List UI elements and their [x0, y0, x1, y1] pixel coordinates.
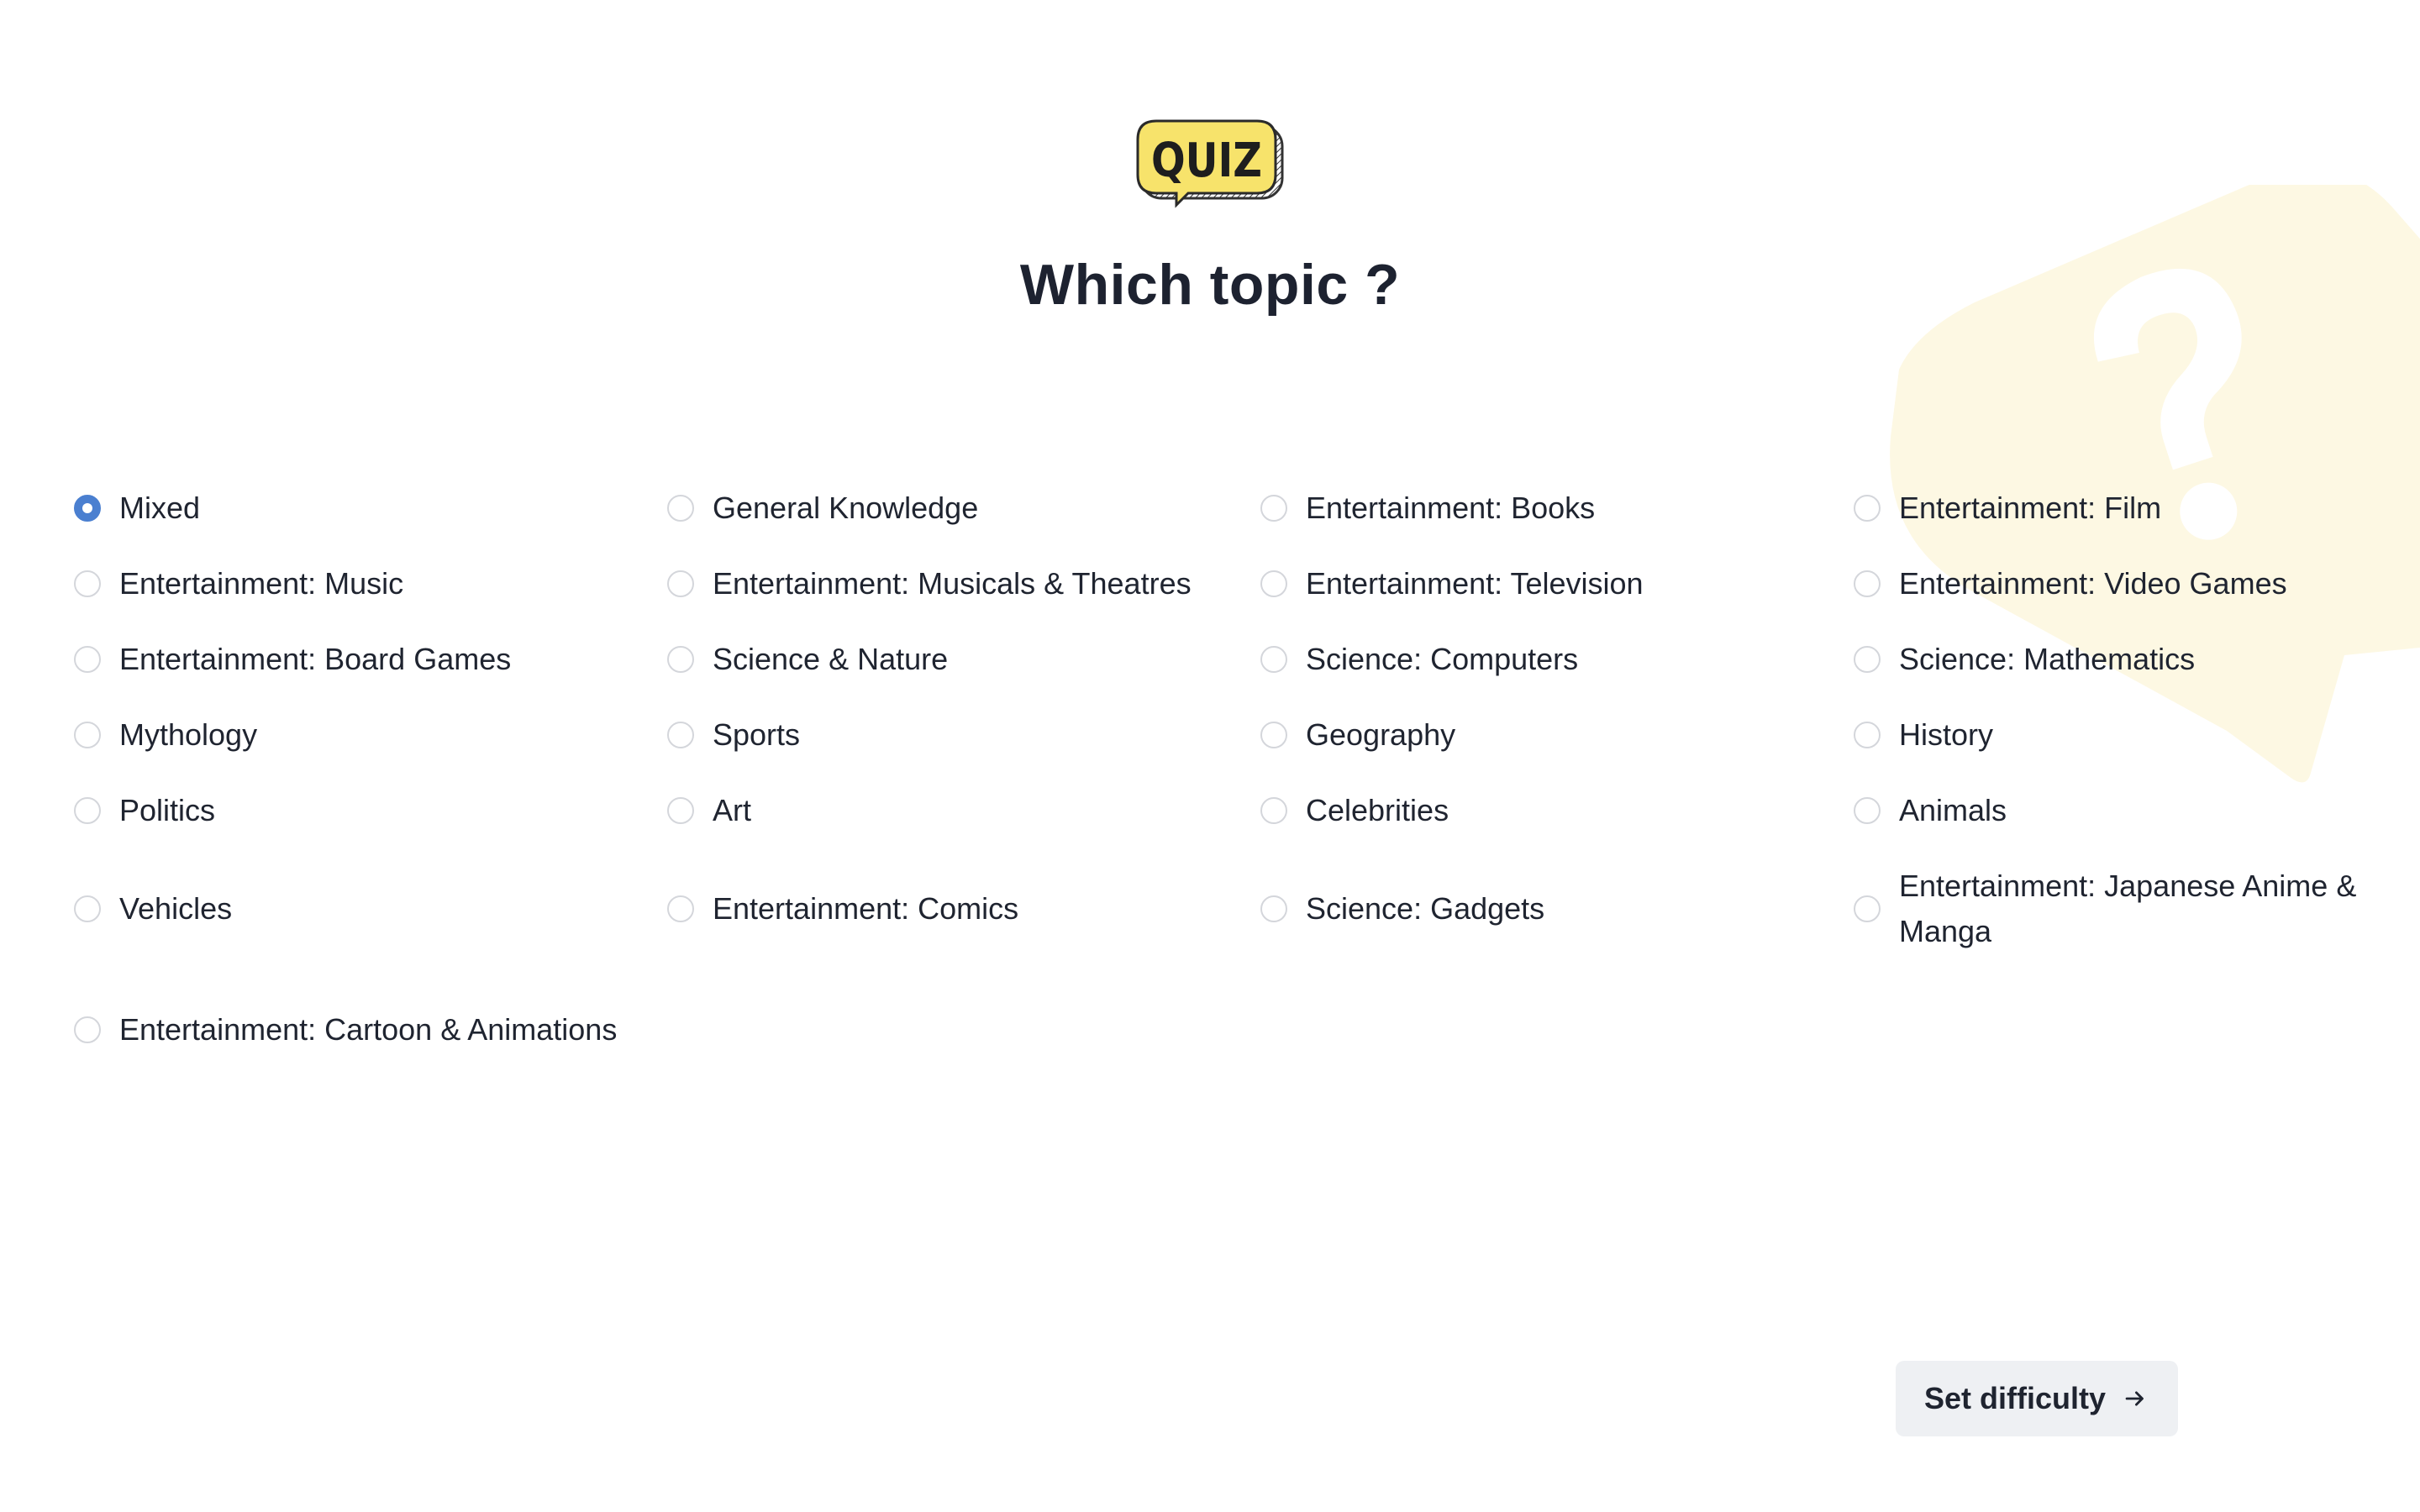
- topic-label: Entertainment: Cartoon & Animations: [119, 1012, 618, 1047]
- arrow-right-icon: [2125, 1391, 2144, 1406]
- topic-radio[interactable]: [1854, 895, 1881, 922]
- topic-option[interactable]: Entertainment: Music: [74, 546, 667, 622]
- topic-option[interactable]: History: [1854, 697, 2375, 773]
- topic-option[interactable]: Entertainment: Comics: [667, 848, 1260, 969]
- topic-label: Art: [713, 793, 752, 827]
- topic-label: Science: Gadgets: [1306, 891, 1545, 926]
- topic-label: Entertainment: Video Games: [1899, 566, 2287, 601]
- topic-label: Mythology: [119, 717, 258, 752]
- topic-radio[interactable]: [1260, 570, 1287, 597]
- quiz-logo: QUIZ: [1136, 119, 1284, 208]
- topic-radio[interactable]: [1854, 495, 1881, 522]
- topic-label: History: [1899, 717, 1994, 752]
- topic-label: Entertainment: Television: [1306, 566, 1644, 601]
- topic-options-list: Mixed General Knowledge Entertainment: Boo…: [74, 470, 2376, 1090]
- topic-option[interactable]: Entertainment: Board Games: [74, 622, 667, 697]
- topic-label: Mixed: [119, 491, 201, 525]
- logo-text: QUIZ: [1151, 134, 1262, 188]
- topic-radio[interactable]: [667, 570, 694, 597]
- topic-radio[interactable]: [1260, 646, 1287, 673]
- topic-option[interactable]: Mythology: [74, 697, 667, 773]
- topic-radio[interactable]: [1854, 797, 1881, 824]
- topic-option[interactable]: Art: [667, 773, 1260, 848]
- topic-radio[interactable]: [74, 797, 101, 824]
- topic-option[interactable]: Entertainment: Musicals & Theatres: [667, 546, 1260, 622]
- topic-label: Entertainment: Music: [119, 566, 404, 601]
- topic-label: Celebrities: [1306, 793, 1449, 827]
- topic-option[interactable]: Entertainment: Television: [1260, 546, 1854, 622]
- topic-option[interactable]: Entertainment: Books: [1260, 470, 1854, 546]
- topic-label: Vehicles: [119, 891, 233, 926]
- topic-label: Entertainment: Japanese Anime & Manga: [1899, 869, 2357, 948]
- topic-option[interactable]: Science: Gadgets: [1260, 848, 1854, 969]
- topic-label: Animals: [1899, 793, 2007, 827]
- topic-radio[interactable]: [74, 495, 101, 522]
- set-difficulty-label: Set difficulty: [1923, 1381, 2107, 1415]
- topic-radio[interactable]: [1260, 495, 1287, 522]
- set-difficulty-button[interactable]: Set difficulty: [1896, 1361, 2178, 1436]
- topic-option[interactable]: General Knowledge: [667, 470, 1260, 546]
- topic-option[interactable]: Science: Mathematics: [1854, 622, 2375, 697]
- topic-option[interactable]: Politics: [74, 773, 667, 848]
- topic-radio[interactable]: [74, 646, 101, 673]
- topic-radio[interactable]: [74, 895, 101, 922]
- topic-radio[interactable]: [74, 570, 101, 597]
- topic-label: Science: Computers: [1306, 642, 1579, 676]
- topic-option[interactable]: Science & Nature: [667, 622, 1260, 697]
- topic-radio[interactable]: [1260, 797, 1287, 824]
- topic-option[interactable]: Entertainment: Video Games: [1854, 546, 2375, 622]
- topic-option[interactable]: Entertainment: Japanese Anime & Manga: [1854, 848, 2375, 969]
- topic-radio[interactable]: [1260, 895, 1287, 922]
- topic-option[interactable]: Sports: [667, 697, 1260, 773]
- topic-label: Entertainment: Film: [1899, 491, 2162, 525]
- topic-label: Science & Nature: [713, 642, 949, 676]
- topic-radio[interactable]: [667, 895, 694, 922]
- topic-radio[interactable]: [74, 1016, 101, 1043]
- topic-label: Entertainment: Board Games: [119, 642, 512, 676]
- page-title: Which topic ?: [1019, 253, 1401, 317]
- topic-label: Entertainment: Books: [1306, 491, 1596, 525]
- topic-label: Sports: [713, 717, 801, 752]
- topic-option[interactable]: Vehicles: [74, 848, 667, 969]
- topic-option[interactable]: Animals: [1854, 773, 2375, 848]
- topic-radio[interactable]: [667, 722, 694, 748]
- topic-label: Science: Mathematics: [1899, 642, 2196, 676]
- topic-radio[interactable]: [74, 722, 101, 748]
- topic-option[interactable]: Science: Computers: [1260, 622, 1854, 697]
- topic-label: Politics: [119, 793, 216, 827]
- topic-option[interactable]: Geography: [1260, 697, 1854, 773]
- topic-option[interactable]: Celebrities: [1260, 773, 1854, 848]
- topic-label: Geography: [1306, 717, 1456, 752]
- topic-label: Entertainment: Comics: [713, 891, 1019, 926]
- topic-radio[interactable]: [1854, 722, 1881, 748]
- topic-radio[interactable]: [1854, 570, 1881, 597]
- topic-option[interactable]: Entertainment: Cartoon & Animations: [74, 969, 667, 1090]
- topic-selection-page: QUIZ Which topic ? Mixed General Knowledg…: [0, 0, 2420, 1512]
- topic-radio[interactable]: [667, 495, 694, 522]
- topic-radio[interactable]: [667, 797, 694, 824]
- topic-label: General Knowledge: [713, 491, 979, 525]
- topic-radio[interactable]: [1854, 646, 1881, 673]
- topic-radio[interactable]: [667, 646, 694, 673]
- topic-option[interactable]: Mixed: [74, 470, 667, 546]
- topic-label: Entertainment: Musicals & Theatres: [713, 566, 1192, 601]
- topic-option[interactable]: Entertainment: Film: [1854, 470, 2375, 546]
- topic-radio[interactable]: [1260, 722, 1287, 748]
